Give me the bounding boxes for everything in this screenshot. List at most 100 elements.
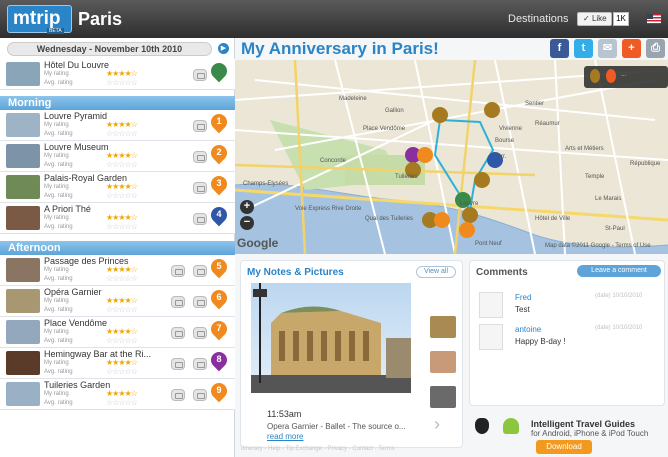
comment-icon[interactable] xyxy=(171,265,185,277)
my-rating-stars[interactable]: ★★★★☆ xyxy=(106,213,138,222)
date-selector[interactable]: Wednesday - November 10th 2010 xyxy=(7,42,212,56)
note-icon[interactable] xyxy=(193,265,207,277)
map-label-hoteldeville: Hôtel de Ville xyxy=(535,216,571,222)
stop-number: 1 xyxy=(216,116,222,126)
my-rating-stars[interactable]: ★★★★☆ xyxy=(106,358,138,367)
stop-number: 6 xyxy=(216,292,222,302)
add-icon[interactable]: + xyxy=(622,39,641,58)
place-thumbnail xyxy=(6,320,40,344)
photo-thumbnail[interactable] xyxy=(430,386,456,408)
photo-thumbnail[interactable] xyxy=(430,316,456,338)
itinerary-row[interactable]: Place Vendôme My rating Avg. rating ★★★★☆ ☆☆… xyxy=(0,317,235,348)
comment-author[interactable]: Fred xyxy=(515,293,531,302)
place-name[interactable]: Tuileries Garden xyxy=(44,380,110,390)
map-label-temple: Temple xyxy=(585,174,605,180)
zoom-in-button[interactable]: + xyxy=(240,200,254,214)
itinerary-sidebar: Wednesday - November 10th 2010 ▶ Hôtel D… xyxy=(0,38,235,457)
download-button[interactable]: Download xyxy=(536,440,592,454)
my-rating-stars[interactable]: ★★★★☆ xyxy=(106,296,138,305)
stop-number: 7 xyxy=(216,323,222,333)
my-rating-stars[interactable]: ★★★★☆ xyxy=(106,151,138,160)
place-thumbnail xyxy=(6,351,40,375)
place-name[interactable]: Louvre Pyramid xyxy=(44,111,107,121)
my-rating-stars[interactable]: ★★★★☆ xyxy=(106,120,138,129)
itinerary-row[interactable]: Tuileries Garden My rating Avg. rating ★★★★… xyxy=(0,379,235,410)
note-icon[interactable] xyxy=(193,296,207,308)
map-label-marais: Le Marais xyxy=(595,196,621,202)
map-label-quai: Quai des Tuileries xyxy=(365,216,413,222)
footer-links[interactable]: Itinerary - Help - Tip Exchange - Privac… xyxy=(241,446,395,452)
my-rating-stars[interactable]: ★★★★☆ xyxy=(106,389,138,398)
note-icon[interactable] xyxy=(193,389,207,401)
avg-rating-label: Avg. rating xyxy=(44,162,73,168)
place-name[interactable]: Louvre Museum xyxy=(44,142,109,152)
read-more-link[interactable]: read more xyxy=(267,432,303,441)
comment-icon[interactable] xyxy=(171,296,185,308)
next-day-icon[interactable]: ▶ xyxy=(218,43,229,54)
opera-photo[interactable] xyxy=(251,283,411,393)
like-label: Like xyxy=(591,14,607,23)
android-icon[interactable] xyxy=(503,418,519,434)
trip-title: My Anniversary in Paris! xyxy=(241,39,439,58)
my-rating-label: My rating xyxy=(44,122,69,128)
note-icon[interactable] xyxy=(193,327,207,339)
map-pin-icon[interactable] xyxy=(207,59,231,83)
notes-panel: My Notes & Pictures View all 11:53am Ope… xyxy=(240,260,463,448)
map[interactable]: Madeleine Gallion Place Vendôme Concorde… xyxy=(235,60,668,254)
note-icon[interactable] xyxy=(193,151,207,163)
note-icon[interactable] xyxy=(193,120,207,132)
next-note-icon[interactable]: › xyxy=(434,414,440,435)
facebook-icon[interactable]: f xyxy=(550,39,569,58)
stop-number: 9 xyxy=(216,385,222,395)
itinerary-row[interactable]: Louvre Museum My rating Avg. rating ★★★★☆ ☆☆… xyxy=(0,141,235,172)
place-name[interactable]: Opéra Garnier xyxy=(44,287,102,297)
itinerary-row[interactable]: A Priori Thé My rating Avg. rating ★★★★☆ ☆☆☆… xyxy=(0,203,235,234)
comment-author[interactable]: antoine xyxy=(515,325,541,334)
us-flag-icon[interactable] xyxy=(647,14,661,24)
destinations-link[interactable]: Destinations xyxy=(508,13,569,25)
apple-icon[interactable] xyxy=(475,418,489,434)
itinerary-row[interactable]: Louvre Pyramid My rating Avg. rating ★★★★☆ ☆… xyxy=(0,110,235,141)
place-thumbnail xyxy=(6,382,40,406)
google-logo: Google xyxy=(237,236,279,250)
mtrip-logo[interactable]: mtrip BETA xyxy=(7,5,72,34)
avg-rating-label: Avg. rating xyxy=(44,80,73,86)
itinerary-row[interactable]: Hôtel Du Louvre My rating Avg. rating ★★★★☆… xyxy=(0,59,235,90)
twitter-icon[interactable]: t xyxy=(574,39,593,58)
itinerary-row[interactable]: Passage des Princes My rating Avg. rating ★… xyxy=(0,255,235,286)
note-icon[interactable] xyxy=(193,69,207,81)
comment-date: (date) 10/10/2010 xyxy=(595,325,643,331)
itinerary-row[interactable]: Hemingway Bar at the Ri... My rating Avg. … xyxy=(0,348,235,379)
itinerary-row[interactable]: Opéra Garnier My rating Avg. rating ★★★★☆ ☆☆… xyxy=(0,286,235,317)
email-icon[interactable]: ✉ xyxy=(598,39,617,58)
comment-text: Happy B-day ! xyxy=(515,337,566,346)
zoom-out-button[interactable]: − xyxy=(240,216,254,230)
print-icon[interactable]: ⎙ xyxy=(646,39,665,58)
comment-icon[interactable] xyxy=(171,389,185,401)
map-data-credit[interactable]: Map data ©2011 Google - Terms of Use xyxy=(545,243,651,249)
note-icon[interactable] xyxy=(193,213,207,225)
note-icon[interactable] xyxy=(193,358,207,370)
place-name[interactable]: A Priori Thé xyxy=(44,204,91,214)
comment-icon[interactable] xyxy=(171,327,185,339)
my-rating-stars[interactable]: ★★★★☆ xyxy=(106,265,138,274)
place-name[interactable]: Place Vendôme xyxy=(44,318,107,328)
avg-rating-label: Avg. rating xyxy=(44,276,73,282)
avg-rating-stars: ☆☆☆☆☆ xyxy=(106,367,138,376)
place-name[interactable]: Hôtel Du Louvre xyxy=(44,60,109,70)
my-rating-stars[interactable]: ★★★★☆ xyxy=(106,69,138,78)
my-rating-label: My rating xyxy=(44,153,69,159)
like-button[interactable]: ✓ Like xyxy=(577,12,612,26)
map-label-champs: Champs-Elysées xyxy=(243,181,288,187)
note-icon[interactable] xyxy=(193,182,207,194)
my-rating-stars[interactable]: ★★★★☆ xyxy=(106,182,138,191)
map-canvas: Madeleine Gallion Place Vendôme Concorde… xyxy=(235,60,668,254)
leave-comment-button[interactable]: Leave a comment xyxy=(577,265,661,277)
map-legend[interactable]: ... xyxy=(584,66,668,88)
my-rating-stars[interactable]: ★★★★☆ xyxy=(106,327,138,336)
photo-thumbnail[interactable] xyxy=(430,351,456,373)
city-title: Paris xyxy=(78,9,123,29)
itinerary-row[interactable]: Palais-Royal Garden My rating Avg. rating ★… xyxy=(0,172,235,203)
comment-icon[interactable] xyxy=(171,358,185,370)
view-all-button[interactable]: View all xyxy=(416,266,456,278)
